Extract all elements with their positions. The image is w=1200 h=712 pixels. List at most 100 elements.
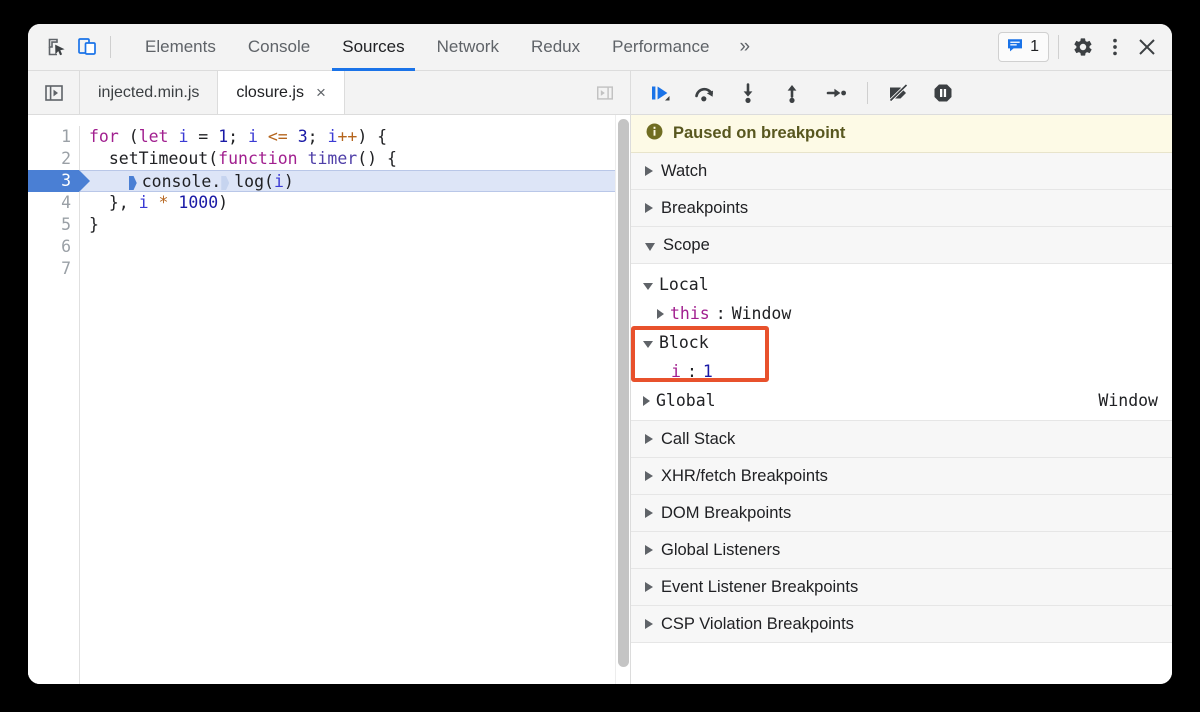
section-breakpoints[interactable]: Breakpoints — [631, 190, 1172, 227]
deactivate-breakpoints-icon[interactable] — [880, 77, 918, 109]
info-icon — [645, 122, 664, 146]
scope-row[interactable]: Local — [631, 270, 1172, 299]
code-token: function — [218, 149, 298, 168]
tab-elements[interactable]: Elements — [129, 24, 232, 71]
line-number[interactable]: 2 — [28, 148, 79, 170]
chevron-right-icon — [645, 582, 653, 592]
code-editor[interactable]: 1234567 for (let i = 1; i <= 3; i++) { s… — [28, 115, 630, 684]
code-token: <= — [267, 127, 288, 146]
file-tab-label: closure.js — [236, 83, 304, 101]
tab-console-label: Console — [247, 37, 311, 56]
section-event-listener-breakpoints[interactable]: Event Listener Breakpoints — [631, 569, 1172, 606]
message-bubble-icon — [1006, 36, 1024, 59]
scope-row[interactable]: Block — [631, 328, 1172, 357]
file-tab-label: injected.min.js — [98, 83, 200, 101]
code-line[interactable]: console. log(i) — [80, 170, 615, 192]
close-icon[interactable] — [1132, 32, 1162, 62]
file-tab-closure-js[interactable]: closure.js × — [218, 71, 345, 114]
chevron-right-icon — [645, 166, 653, 176]
step-over-icon[interactable] — [685, 77, 723, 109]
section-breakpoints-label: Breakpoints — [661, 198, 749, 217]
code-token: } — [89, 215, 99, 234]
scope-property-name: this — [670, 304, 710, 323]
section-event-listener-breakpoints-label: Event Listener Breakpoints — [661, 577, 859, 596]
section-global-listeners[interactable]: Global Listeners — [631, 532, 1172, 569]
step-icon[interactable] — [817, 77, 855, 109]
code-token: 1000 — [178, 193, 219, 212]
scope-row[interactable]: i: 1 — [631, 357, 1172, 386]
scope-tree[interactable]: Local this: Window Block i: 1 Global Window — [631, 264, 1172, 421]
inline-breakpoint-icon[interactable] — [221, 175, 234, 190]
step-out-icon[interactable] — [773, 77, 811, 109]
section-call-stack[interactable]: Call Stack — [631, 421, 1172, 458]
line-number[interactable]: 3 — [28, 170, 90, 192]
step-into-icon[interactable] — [729, 77, 767, 109]
section-csp-violation-breakpoints[interactable]: CSP Violation Breakpoints — [631, 606, 1172, 643]
vertical-dots-icon[interactable] — [1100, 32, 1130, 62]
code-token: setTimeout( — [89, 149, 219, 168]
section-scope[interactable]: Scope — [631, 227, 1172, 264]
editor-scrollbar[interactable] — [615, 115, 630, 684]
scope-row[interactable]: Global Window — [631, 386, 1172, 415]
section-xhr-fetch-breakpoints[interactable]: XHR/fetch Breakpoints — [631, 458, 1172, 495]
debugger-controls-toolbar — [631, 71, 1172, 115]
show-navigator-icon[interactable] — [28, 71, 80, 114]
code-line[interactable]: }, i * 1000) — [89, 192, 615, 214]
debugger-toolbar-divider — [867, 81, 868, 104]
code-area[interactable]: 1234567 for (let i = 1; i <= 3; i++) { s… — [28, 115, 615, 684]
tab-performance[interactable]: Performance — [596, 24, 725, 71]
line-number[interactable]: 1 — [28, 126, 79, 148]
device-toolbar-icon[interactable] — [72, 32, 102, 62]
section-xhr-fetch-breakpoints-label: XHR/fetch Breakpoints — [661, 466, 828, 485]
code-token: ) { — [357, 127, 388, 146]
scope-row[interactable]: this: Window — [631, 299, 1172, 328]
code-token: i — [178, 127, 189, 146]
chevron-right-icon — [645, 545, 653, 555]
show-panel-icon[interactable] — [580, 71, 630, 114]
gear-icon[interactable] — [1068, 32, 1098, 62]
close-icon[interactable]: × — [316, 84, 326, 101]
more-tabs-button[interactable]: » — [725, 24, 764, 71]
line-number[interactable]: 5 — [28, 214, 79, 236]
code-line[interactable]: } — [89, 214, 615, 236]
toolbar-right-divider — [1058, 35, 1059, 59]
resume-icon[interactable] — [641, 77, 679, 109]
code-line[interactable]: for (let i = 1; i <= 3; i++) { — [89, 126, 615, 148]
code-token: }, — [89, 193, 139, 212]
code-token: ++ — [337, 127, 358, 146]
code-token: ) — [283, 172, 294, 191]
line-number[interactable]: 4 — [28, 192, 79, 214]
inline-breakpoint-active-icon[interactable] — [129, 175, 142, 190]
code-token: for — [89, 127, 129, 146]
code-token: = — [188, 127, 219, 146]
file-tab-injected-min-js[interactable]: injected.min.js — [80, 71, 219, 114]
line-number-gutter: 1234567 — [28, 126, 90, 684]
pause-on-exceptions-icon[interactable] — [924, 77, 962, 109]
inspect-cursor-icon[interactable] — [42, 32, 72, 62]
message-count-badge[interactable]: 1 — [998, 32, 1049, 62]
code-token: console. — [141, 172, 222, 191]
section-watch[interactable]: Watch — [631, 153, 1172, 190]
scrollbar-thumb[interactable] — [617, 119, 629, 667]
tab-sources[interactable]: Sources — [326, 24, 420, 71]
code-token: log( — [234, 172, 274, 191]
line-number[interactable]: 6 — [28, 236, 79, 258]
code-line[interactable]: setTimeout(function timer() { — [89, 148, 615, 170]
code-lines[interactable]: for (let i = 1; i <= 3; i++) { setTimeou… — [80, 126, 615, 684]
chevron-down-icon — [643, 282, 653, 290]
tab-network[interactable]: Network — [421, 24, 515, 71]
code-line[interactable] — [89, 258, 615, 280]
tab-console[interactable]: Console — [232, 24, 326, 71]
chevron-right-icon — [645, 619, 653, 629]
chevron-down-icon — [643, 340, 653, 348]
code-line[interactable] — [89, 236, 615, 258]
tab-redux[interactable]: Redux — [515, 24, 596, 71]
chevron-right-icon — [645, 471, 653, 481]
section-dom-breakpoints[interactable]: DOM Breakpoints — [631, 495, 1172, 532]
paused-banner-label: Paused on breakpoint — [673, 124, 846, 142]
line-number[interactable]: 7 — [28, 258, 79, 280]
